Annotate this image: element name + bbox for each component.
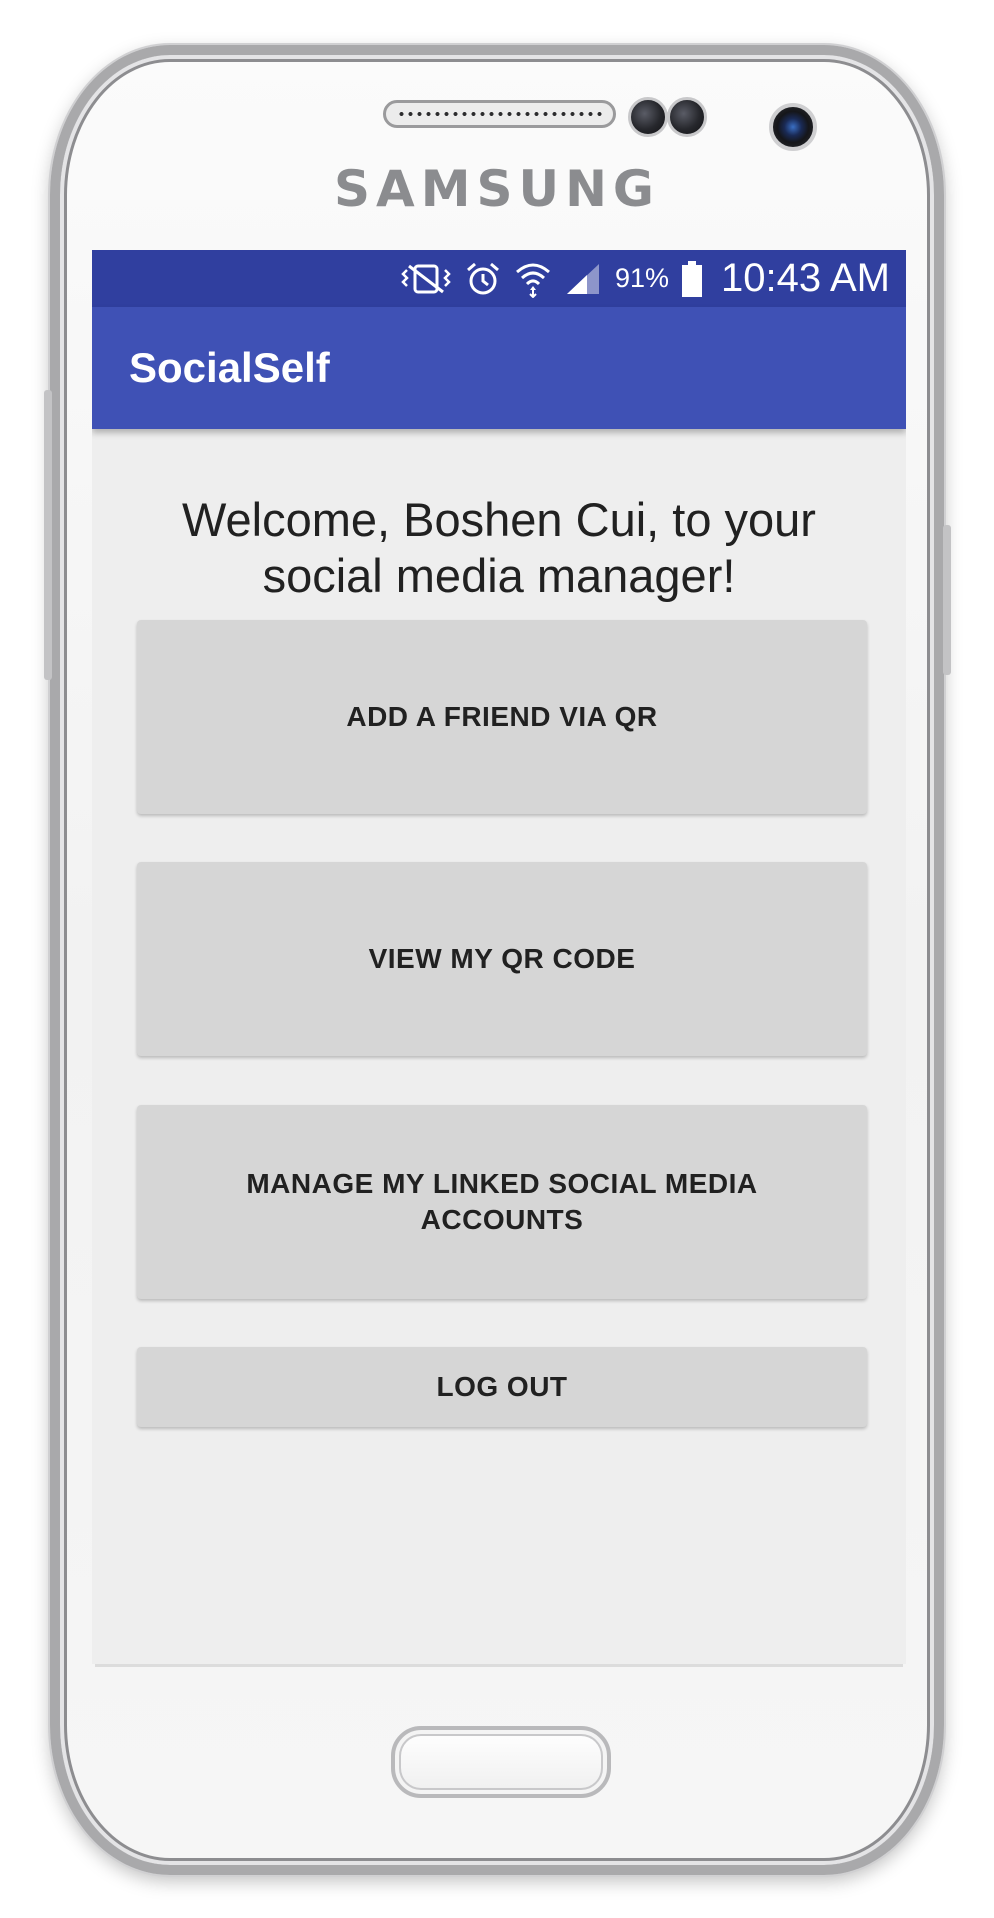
welcome-line-2: social media manager! — [262, 549, 736, 602]
welcome-line-1: Welcome, Boshen Cui, to your — [182, 493, 816, 546]
log-out-button[interactable]: LOG OUT — [137, 1347, 867, 1427]
add-friend-via-qr-button[interactable]: ADD A FRIEND VIA QR — [137, 620, 867, 814]
home-button[interactable] — [391, 1726, 611, 1798]
proximity-sensor — [628, 97, 668, 137]
phone-screen: 91% 10:43 AM SocialSelf Welcome, Boshen … — [92, 250, 906, 1664]
front-camera-icon — [769, 103, 817, 151]
screen-bottom-edge — [95, 1664, 903, 1667]
welcome-message: Welcome, Boshen Cui, to your social medi… — [122, 492, 876, 604]
alarm-icon — [465, 261, 501, 297]
vibrate-mute-icon — [401, 262, 453, 296]
app-title: SocialSelf — [129, 344, 330, 391]
signal-icon — [565, 262, 603, 296]
app-toolbar: SocialSelf — [92, 307, 906, 429]
battery-icon — [681, 260, 703, 298]
volume-button[interactable] — [44, 390, 52, 680]
earpiece-speaker — [383, 100, 616, 128]
view-my-qr-code-button[interactable]: VIEW MY QR CODE — [137, 862, 867, 1056]
battery-percent: 91% — [614, 263, 669, 293]
status-clock: 10:43 AM — [720, 256, 890, 300]
device-brand-logo: SAMSUNG — [334, 160, 660, 218]
status-icons: 91% 10:43 AM — [401, 250, 890, 307]
wifi-icon — [513, 260, 553, 298]
power-button[interactable] — [943, 525, 951, 675]
manage-linked-accounts-button[interactable]: MANAGE MY LINKED SOCIAL MEDIA ACCOUNTS — [137, 1105, 867, 1299]
light-sensor — [667, 97, 707, 137]
status-bar: 91% 10:43 AM — [92, 250, 906, 307]
